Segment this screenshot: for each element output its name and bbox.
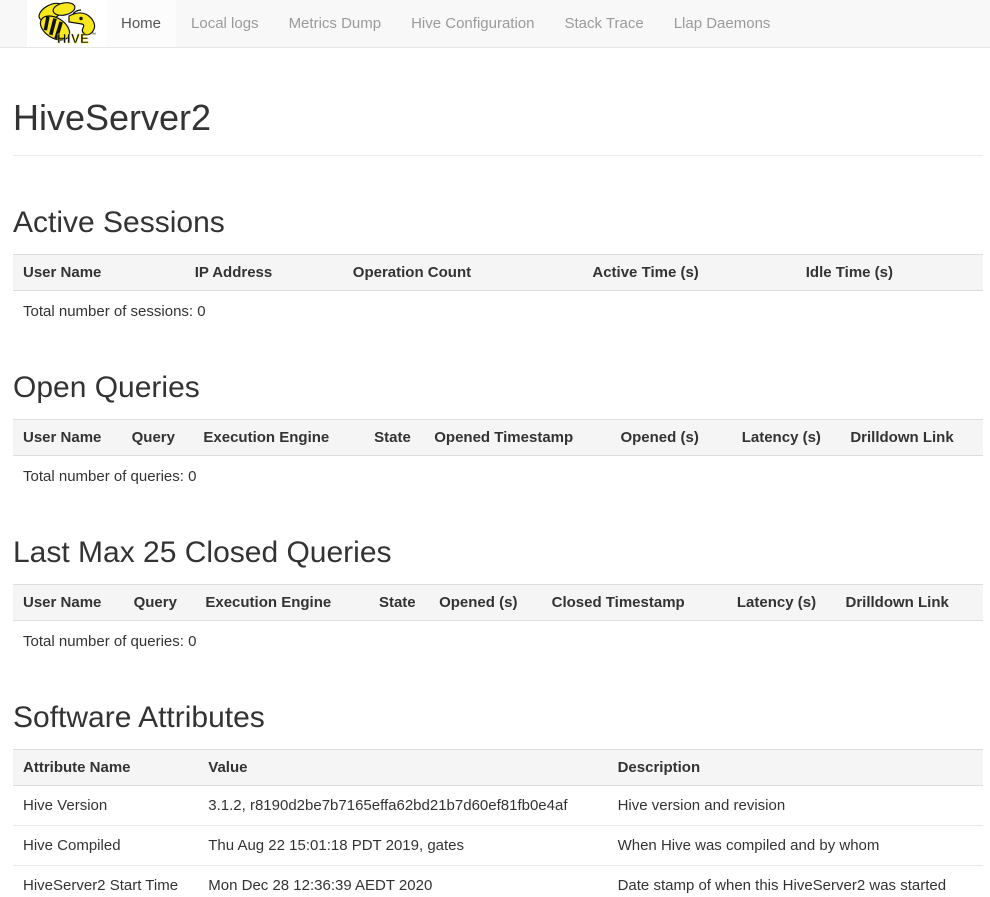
column-header: Drilldown Link: [836, 585, 984, 621]
column-header: Opened (s): [610, 420, 731, 456]
column-header: Value: [198, 750, 607, 786]
nav-item-hive-configuration[interactable]: Hive Configuration: [396, 0, 549, 47]
table-row: HiveServer2 Start TimeMon Dec 28 12:36:3…: [13, 866, 983, 897]
top-navbar: HIVE ™ HomeLocal logsMetrics DumpHive Co…: [0, 0, 990, 48]
table-cell: Mon Dec 28 12:36:39 AEDT 2020: [198, 866, 607, 897]
section-title-active-sessions: Active Sessions: [13, 206, 983, 240]
closed-queries-table: User NameQueryExecution EngineStateOpene…: [13, 584, 983, 621]
section-active-sessions: Active Sessions User NameIP AddressOpera…: [13, 206, 983, 321]
nav-link[interactable]: Local logs: [176, 0, 274, 47]
section-title-software-attributes: Software Attributes: [13, 701, 983, 735]
page-title: HiveServer2: [13, 98, 983, 138]
column-header: Attribute Name: [13, 750, 198, 786]
column-header: Latency (s): [727, 585, 836, 621]
column-header: Active Time (s): [582, 255, 795, 291]
table-cell: Thu Aug 22 15:01:18 PDT 2019, gates: [198, 826, 607, 866]
hive-bee-icon: HIVE ™: [31, 2, 103, 46]
active-sessions-summary: Total number of sessions: 0: [13, 291, 983, 321]
column-header: State: [369, 585, 429, 621]
closed-queries-summary: Total number of queries: 0: [13, 621, 983, 651]
software-attributes-table: Attribute NameValueDescription Hive Vers…: [13, 749, 983, 897]
column-header: Opened (s): [429, 585, 542, 621]
column-header: Query: [122, 420, 194, 456]
open-queries-summary: Total number of queries: 0: [13, 456, 983, 486]
column-header: User Name: [13, 420, 122, 456]
hive-logo[interactable]: HIVE ™: [27, 0, 106, 47]
column-header: Drilldown Link: [840, 420, 983, 456]
section-title-closed-queries: Last Max 25 Closed Queries: [13, 536, 983, 570]
table-cell: Hive Compiled: [13, 826, 198, 866]
column-header: Execution Engine: [195, 585, 369, 621]
column-header: Idle Time (s): [796, 255, 983, 291]
column-header: Operation Count: [343, 255, 583, 291]
table-row: Hive CompiledThu Aug 22 15:01:18 PDT 201…: [13, 826, 983, 866]
nav-item-local-logs[interactable]: Local logs: [176, 0, 274, 47]
column-header: User Name: [13, 585, 124, 621]
column-header: Closed Timestamp: [542, 585, 727, 621]
section-closed-queries: Last Max 25 Closed Queries User NameQuer…: [13, 536, 983, 651]
table-cell: Hive Version: [13, 786, 198, 826]
column-header: Execution Engine: [193, 420, 364, 456]
nav-link[interactable]: Stack Trace: [549, 0, 658, 47]
column-header: State: [364, 420, 424, 456]
svg-text:HIVE: HIVE: [57, 31, 89, 46]
navbar-menu: HomeLocal logsMetrics DumpHive Configura…: [106, 0, 785, 47]
table-cell: Date stamp of when this HiveServer2 was …: [608, 866, 983, 897]
table-row: Hive Version3.1.2, r8190d2be7b7165effa62…: [13, 786, 983, 826]
section-software-attributes: Software Attributes Attribute NameValueD…: [13, 701, 983, 897]
nav-item-llap-daemons[interactable]: Llap Daemons: [659, 0, 786, 47]
table-cell: 3.1.2, r8190d2be7b7165effa62bd21b7d60ef8…: [198, 786, 607, 826]
page-header: HiveServer2: [13, 98, 983, 156]
nav-item-metrics-dump[interactable]: Metrics Dump: [274, 0, 397, 47]
table-cell: Hive version and revision: [608, 786, 983, 826]
active-sessions-table: User NameIP AddressOperation CountActive…: [13, 254, 983, 291]
nav-link[interactable]: Hive Configuration: [396, 0, 549, 47]
open-queries-table: User NameQueryExecution EngineStateOpene…: [13, 419, 983, 456]
nav-link[interactable]: Llap Daemons: [659, 0, 786, 47]
svg-text:™: ™: [91, 32, 96, 38]
table-cell: HiveServer2 Start Time: [13, 866, 198, 897]
main-content: HiveServer2 Active Sessions User NameIP …: [0, 98, 990, 897]
nav-item-home[interactable]: Home: [106, 0, 176, 47]
column-header: IP Address: [185, 255, 343, 291]
nav-link[interactable]: Metrics Dump: [274, 0, 397, 47]
column-header: Opened Timestamp: [424, 420, 610, 456]
column-header: Latency (s): [732, 420, 841, 456]
column-header: Description: [608, 750, 983, 786]
column-header: User Name: [13, 255, 185, 291]
section-title-open-queries: Open Queries: [13, 371, 983, 405]
nav-item-stack-trace[interactable]: Stack Trace: [549, 0, 658, 47]
nav-link[interactable]: Home: [106, 0, 176, 47]
section-open-queries: Open Queries User NameQueryExecution Eng…: [13, 371, 983, 486]
table-cell: When Hive was compiled and by whom: [608, 826, 983, 866]
column-header: Query: [124, 585, 196, 621]
